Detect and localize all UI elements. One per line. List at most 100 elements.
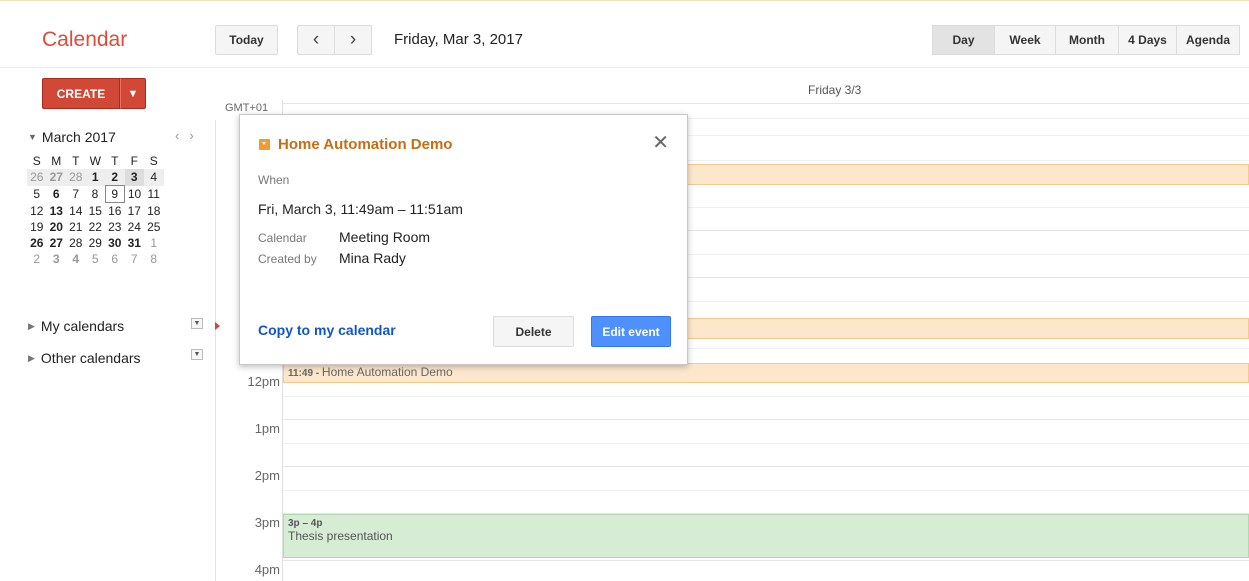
mini-calendar: S M T W T F S 26 27 28 1 2 3 4 5 6 7 8 9… [27, 153, 164, 267]
mini-calendar-day[interactable]: 4 [66, 251, 86, 267]
mini-calendar-day[interactable]: 14 [66, 203, 86, 220]
hour-label: 2pm [254, 468, 280, 483]
mini-calendar-day[interactable]: 27 [47, 235, 67, 251]
mini-next-icon[interactable]: › [189, 128, 203, 143]
timezone-label: GMT+01 [225, 102, 269, 114]
weekday-header: S [32, 154, 41, 168]
mini-calendar-day[interactable]: 15 [86, 203, 106, 220]
event-home-automation[interactable]: 11:49 - Home Automation Demo [283, 363, 1249, 383]
mini-calendar-day[interactable]: 26 [27, 169, 47, 186]
mini-calendar-day-selected[interactable]: 3 [124, 169, 144, 186]
mini-calendar-day[interactable]: 20 [47, 219, 67, 235]
mini-calendar-day[interactable]: 26 [27, 235, 47, 251]
close-icon[interactable]: ✕ [652, 130, 669, 155]
mini-calendar-header[interactable]: ▼ March 2017 [28, 129, 116, 145]
mini-calendar-day[interactable]: 18 [144, 203, 164, 220]
mini-calendar-day[interactable]: 5 [27, 186, 47, 203]
mini-calendar-day[interactable]: 2 [105, 169, 125, 186]
grid-line [282, 419, 1249, 420]
calendar-row: Calendar Meeting Room [258, 229, 430, 245]
view-week-button[interactable]: Week [995, 25, 1056, 55]
header-divider [0, 67, 1249, 68]
mini-calendar-day[interactable]: 2 [27, 251, 47, 267]
mini-calendar-day[interactable]: 19 [27, 219, 47, 235]
create-dropdown-icon[interactable]: ▼ [120, 78, 146, 109]
mini-calendar-day[interactable]: 8 [86, 186, 106, 203]
my-calendars-label: My calendars [40, 318, 125, 334]
mini-calendar-day[interactable]: 21 [66, 219, 86, 235]
mini-calendar-day[interactable]: 31 [125, 235, 145, 251]
grid-half-line [283, 443, 1249, 444]
edit-event-button[interactable]: Edit event [591, 316, 671, 347]
event-thesis-presentation[interactable]: 3p – 4p Thesis presentation [283, 514, 1249, 558]
event-time: 11:49 [288, 368, 314, 379]
prev-chevron-icon[interactable]: ‹ [297, 25, 335, 55]
event-color-dropdown-icon[interactable] [259, 139, 270, 150]
mini-calendar-day[interactable]: 13 [47, 203, 67, 220]
app-title[interactable]: Calendar [42, 28, 127, 52]
copy-to-calendar-link[interactable]: Copy to my calendar [258, 322, 396, 338]
other-calendars-label: Other calendars [40, 350, 141, 366]
delete-button[interactable]: Delete [493, 316, 574, 347]
my-calendars-toggle[interactable]: ▶ My calendars [28, 318, 124, 334]
mini-calendar-day[interactable]: 11 [144, 186, 164, 203]
current-time-marker-icon [215, 322, 220, 330]
mini-calendar-day[interactable]: 1 [85, 169, 105, 186]
mini-calendar-day[interactable]: 23 [105, 219, 125, 235]
mini-calendar-day[interactable]: 7 [125, 251, 145, 267]
mini-calendar-day[interactable]: 17 [125, 203, 145, 220]
mini-calendar-day[interactable]: 30 [105, 235, 125, 251]
mini-calendar-day[interactable]: 7 [66, 186, 86, 203]
event-title: Home Automation Demo [321, 365, 453, 379]
other-calendars-toggle[interactable]: ▶ Other calendars [28, 350, 141, 366]
mini-calendar-day[interactable]: 8 [144, 251, 164, 267]
mini-calendar-day-today[interactable]: 9 [104, 185, 125, 203]
weekday-header: M [51, 154, 62, 168]
day-column-header[interactable]: Friday 3/3 [808, 83, 861, 97]
event-time: 3p – 4p [288, 518, 323, 529]
mini-calendar-day[interactable]: 28 [66, 169, 86, 186]
mini-prev-icon[interactable]: ‹ [175, 128, 189, 143]
mini-calendar-day[interactable]: 29 [86, 235, 106, 251]
my-calendars-dropdown-icon[interactable]: ▼ [191, 318, 203, 329]
mini-calendar-day[interactable]: 24 [125, 219, 145, 235]
view-switcher: Day Week Month 4 Days Agenda [932, 25, 1240, 55]
mini-calendar-day[interactable]: 5 [86, 251, 106, 267]
event-title: Thesis presentation [288, 529, 393, 543]
next-chevron-icon[interactable]: › [335, 25, 372, 55]
mini-calendar-day[interactable]: 6 [47, 186, 67, 203]
top-border [0, 0, 1249, 1]
current-date-label: Friday, Mar 3, 2017 [394, 31, 523, 48]
view-day-button[interactable]: Day [932, 25, 995, 55]
mini-calendar-week: 19 20 21 22 23 24 25 [27, 219, 164, 235]
mini-calendar-day[interactable]: 25 [144, 219, 164, 235]
mini-calendar-day[interactable]: 12 [27, 203, 47, 220]
created-by-value: Mina Rady [339, 250, 406, 266]
created-by-label: Created by [258, 252, 317, 266]
hour-label: 12pm [247, 374, 280, 389]
event-details-popup: Home Automation Demo ✕ When Fri, March 3… [239, 114, 688, 365]
event-label: 11:49 - Home Automation Demo [288, 365, 453, 379]
mini-calendar-month: March 2017 [41, 129, 116, 145]
hour-label: 1pm [254, 421, 280, 436]
create-button[interactable]: CREATE [42, 78, 120, 109]
when-value: Fri, March 3, 11:49am – 11:51am [258, 201, 463, 217]
today-button[interactable]: Today [215, 25, 278, 55]
when-label: When [258, 173, 290, 187]
hour-label: 3pm [254, 515, 280, 530]
mini-calendar-day[interactable]: 3 [47, 251, 67, 267]
view-4days-button[interactable]: 4 Days [1119, 25, 1177, 55]
view-agenda-button[interactable]: Agenda [1177, 25, 1240, 55]
mini-calendar-week: 5 6 7 8 9 10 11 [27, 185, 164, 203]
mini-calendar-day[interactable]: 22 [86, 219, 106, 235]
mini-calendar-day[interactable]: 1 [144, 235, 164, 251]
mini-calendar-day[interactable]: 27 [46, 169, 66, 186]
weekday-header: S [149, 154, 158, 168]
mini-calendar-day[interactable]: 6 [105, 251, 125, 267]
other-calendars-dropdown-icon[interactable]: ▼ [191, 349, 203, 360]
mini-calendar-day[interactable]: 28 [66, 235, 86, 251]
mini-calendar-day[interactable]: 10 [125, 186, 145, 203]
mini-calendar-day[interactable]: 16 [105, 203, 125, 220]
view-month-button[interactable]: Month [1056, 25, 1119, 55]
mini-calendar-day[interactable]: 4 [144, 169, 164, 186]
